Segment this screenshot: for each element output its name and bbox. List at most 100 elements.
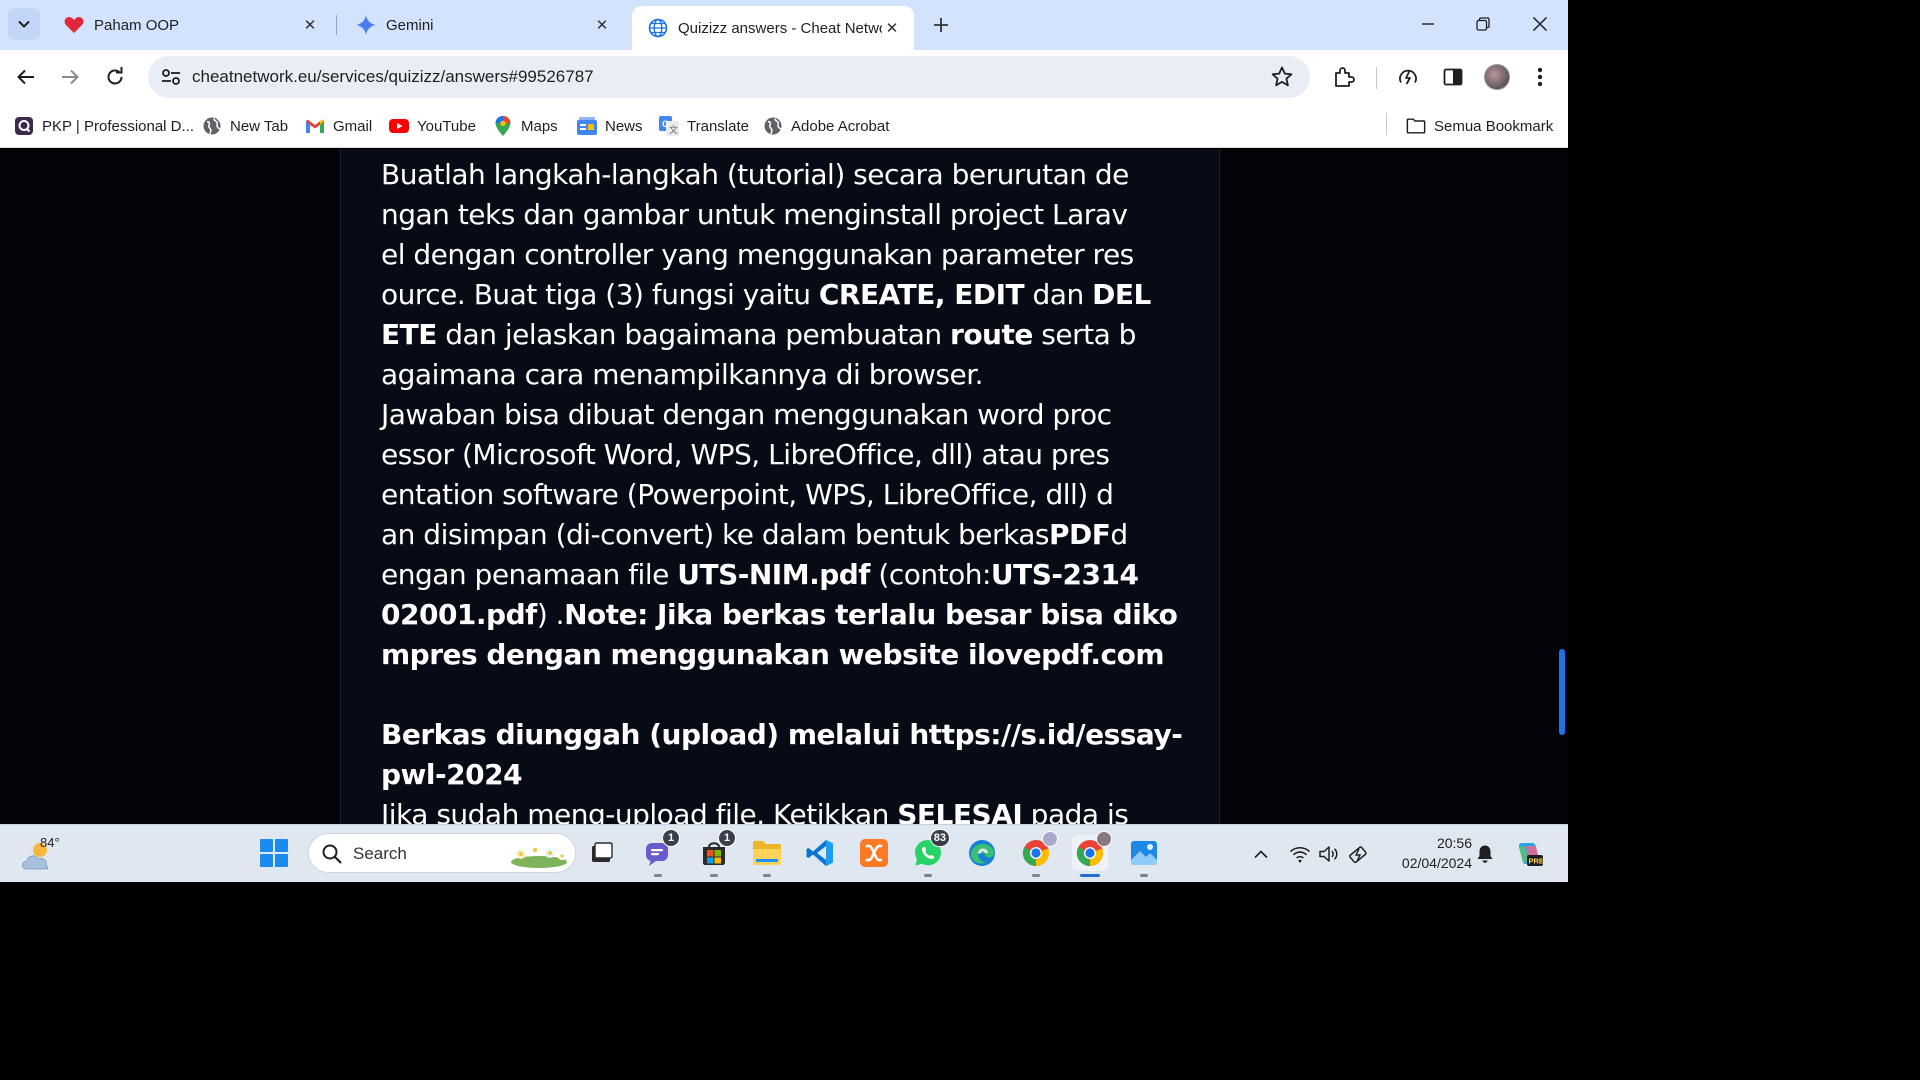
taskbar-app-xampp[interactable]: [856, 835, 892, 871]
volume-icon[interactable]: [1318, 843, 1340, 865]
question-bold-text: Note: Jika berkas terlalu besar bisa dik…: [564, 598, 1178, 631]
task-view-icon: [592, 842, 613, 862]
taskbar-app-whatsapp[interactable]: 83: [910, 829, 950, 877]
extensions-icon[interactable]: [1332, 65, 1356, 89]
new-tab-button[interactable]: [928, 12, 954, 38]
search-highlight-flowers-icon: [511, 844, 567, 868]
close-tab-icon[interactable]: ✕: [300, 15, 320, 35]
question-text-segment: serta b: [1032, 318, 1136, 351]
bookmark-youtube[interactable]: YouTube: [389, 113, 476, 139]
question-text-segment: pada is: [1022, 798, 1129, 824]
close-tab-icon[interactable]: ✕: [592, 15, 612, 35]
taskbar-app-file-explorer[interactable]: [749, 835, 785, 877]
gemini-sparkle-icon: [356, 15, 376, 35]
copilot-icon[interactable]: PRE: [1514, 840, 1544, 868]
taskbar-app-chrome-active[interactable]: [1072, 831, 1112, 877]
windows-start-icon: [260, 839, 288, 867]
notification-badge: 83: [929, 829, 950, 847]
notification-bell-icon[interactable]: [1474, 843, 1496, 865]
question-text-segment: entation software (Powerpoint, WPS, Libr…: [381, 478, 1114, 511]
question-bold-text: SELESAI: [897, 798, 1023, 824]
taskbar-app-edge[interactable]: [964, 835, 1000, 871]
back-button[interactable]: [10, 61, 42, 93]
bookmark-pkp[interactable]: PKP | Professional D...: [14, 113, 194, 139]
chrome-menu-icon[interactable]: [1528, 65, 1552, 89]
page-scrollbar-thumb[interactable]: [1559, 649, 1565, 735]
forward-button[interactable]: [54, 61, 86, 93]
restore-button[interactable]: [1463, 8, 1503, 40]
question-text-segment: (contoh:: [870, 558, 991, 591]
bookmark-star-icon[interactable]: [1270, 65, 1294, 89]
site-info-icon[interactable]: [156, 62, 186, 92]
performance-icon[interactable]: [1396, 65, 1420, 89]
bookmarks-bar: PKP | Professional D... New Tab Gmail Yo…: [0, 104, 1568, 148]
maps-icon: [493, 116, 513, 136]
tab-gemini[interactable]: Gemini ✕: [340, 6, 624, 44]
chevron-down-icon: [18, 20, 30, 28]
page-content[interactable]: Buatlah langkah-langkah (tutorial) secar…: [0, 149, 1568, 824]
close-window-button[interactable]: [1520, 8, 1560, 40]
translate-icon: G文: [659, 116, 679, 136]
running-indicator: [654, 874, 662, 877]
pkp-icon: [14, 116, 34, 136]
news-icon: [577, 116, 597, 136]
show-hidden-icons-chevron-up-icon[interactable]: [1250, 843, 1272, 865]
taskbar-app-chrome[interactable]: [1018, 831, 1058, 877]
tab-title: Gemini: [386, 16, 434, 34]
youtube-icon: [389, 116, 409, 136]
close-tab-icon[interactable]: ✕: [882, 18, 902, 38]
address-bar[interactable]: cheatnetwork.eu/services/quizizz/answers…: [148, 56, 1310, 98]
running-indicator: [763, 874, 771, 877]
all-bookmarks-button[interactable]: Semua Bookmark: [1406, 113, 1553, 139]
bookmark-adobe-acrobat[interactable]: Adobe Acrobat: [763, 113, 889, 139]
taskbar-search[interactable]: Search: [308, 833, 576, 873]
minimize-button[interactable]: [1408, 8, 1448, 40]
profile-badge: [1096, 831, 1112, 847]
question-text-segment: Jawaban bisa dibuat dengan menggunakan w…: [381, 398, 1112, 431]
taskbar-app-chat[interactable]: 1: [640, 829, 680, 877]
tab-divider: [336, 15, 337, 35]
question-text-segment: el dengan controller yang menggunakan pa…: [381, 238, 1134, 271]
taskbar-app-store[interactable]: 1: [696, 829, 736, 877]
toolbar-divider: [1376, 67, 1377, 89]
question-line: Buatlah langkah-langkah (tutorial) secar…: [381, 155, 1181, 195]
system-clock[interactable]: 20:56 02/04/2024: [1382, 833, 1472, 873]
question-line: mpres dengan menggunakan website ilovepd…: [381, 635, 1181, 675]
question-text-segment: ) .: [536, 598, 565, 631]
edge-icon: [969, 840, 995, 866]
bookmark-maps[interactable]: Maps: [493, 113, 558, 139]
question-text-segment: essor (Microsoft Word, WPS, LibreOffice,…: [381, 438, 1110, 471]
bookmark-label: New Tab: [230, 117, 289, 135]
bookmark-label: Adobe Acrobat: [791, 117, 890, 135]
reload-button[interactable]: [99, 61, 131, 93]
question-line: Jawaban bisa dibuat dengan menggunakan w…: [381, 395, 1181, 435]
bookmark-label: Maps: [521, 117, 558, 135]
question-line: entation software (Powerpoint, WPS, Libr…: [381, 475, 1181, 515]
question-bold-text: DEL: [1092, 278, 1151, 311]
task-view-button[interactable]: [584, 835, 620, 871]
taskbar-app-vscode[interactable]: [802, 835, 838, 871]
battery-charging-icon[interactable]: [1348, 843, 1370, 865]
weather-widget[interactable]: 84°: [20, 833, 70, 873]
question-text-segment: dan: [1024, 278, 1093, 311]
reload-icon: [107, 67, 123, 85]
side-panel-icon[interactable]: [1441, 65, 1465, 89]
bookmark-label: YouTube: [417, 117, 476, 135]
tab-search-button[interactable]: [8, 8, 40, 40]
question-line: essor (Microsoft Word, WPS, LibreOffice,…: [381, 435, 1181, 475]
bookmark-gmail[interactable]: Gmail: [305, 113, 372, 139]
running-indicator: [924, 874, 932, 877]
question-line: Jika sudah meng-upload file. Ketikkan SE…: [381, 795, 1181, 824]
tab-quizizz-answers[interactable]: Quizizz answers - Cheat Networ ✕: [632, 6, 914, 50]
bookmark-translate[interactable]: G文 Translate: [659, 113, 749, 139]
bookmark-news[interactable]: News: [577, 113, 643, 139]
profile-avatar[interactable]: [1484, 64, 1510, 90]
start-button[interactable]: [256, 835, 292, 871]
globe-icon: [202, 116, 222, 136]
bookmark-new-tab[interactable]: New Tab: [202, 113, 288, 139]
tab-paham-oop[interactable]: Paham OOP ✕: [48, 6, 332, 44]
bookmark-label: Translate: [687, 117, 749, 135]
taskbar-app-photos[interactable]: [1126, 835, 1162, 877]
url-text[interactable]: cheatnetwork.eu/services/quizizz/answers…: [192, 67, 594, 87]
wifi-icon[interactable]: [1289, 843, 1311, 865]
